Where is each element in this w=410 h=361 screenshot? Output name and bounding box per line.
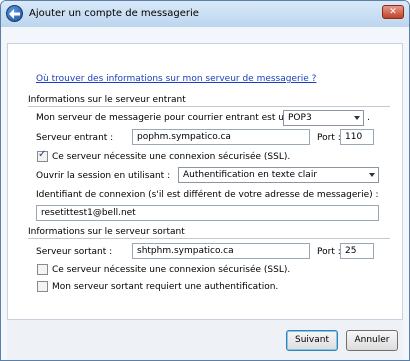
close-button[interactable]: ✕ [382, 5, 404, 19]
outgoing-auth-label: Mon serveur sortant requiert une authent… [52, 282, 279, 292]
section-divider [28, 106, 390, 107]
login-method-value: Authentification en texte clair [183, 170, 318, 180]
outgoing-ssl-label: Ce serveur nécessite une connexion sécur… [52, 265, 291, 275]
login-id-input[interactable]: resetittest1@bell.net [36, 205, 379, 221]
outgoing-port-input[interactable]: 25 [340, 243, 374, 259]
help-link[interactable]: Où trouver des informations sur mon serv… [36, 74, 316, 84]
chevron-down-icon [369, 173, 375, 177]
login-id-label: Identifiant de connexion (s'il est diffé… [36, 190, 379, 200]
incoming-port-input[interactable]: 110 [340, 129, 374, 145]
login-method-label: Ouvrir la session en utilisant : [36, 171, 171, 181]
next-button[interactable]: Suivant [286, 330, 338, 351]
cancel-button[interactable]: Annuler [346, 330, 398, 351]
incoming-type-value: POP3 [288, 113, 312, 123]
content-panel: Où trouver des informations sur mon serv… [7, 43, 403, 320]
incoming-port-label: Port : [317, 133, 341, 143]
back-button[interactable] [6, 5, 23, 22]
section-divider [28, 238, 390, 239]
login-method-select[interactable]: Authentification en texte clair [178, 167, 379, 183]
incoming-server-label: Serveur entrant : [36, 133, 114, 143]
dialog-footer: Suivant Annuler [7, 320, 403, 360]
incoming-ssl-checkbox[interactable] [37, 149, 48, 162]
incoming-section-title: Informations sur le serveur entrant [28, 95, 186, 105]
incoming-server-input[interactable]: pophm.sympatico.ca [132, 129, 310, 145]
outgoing-port-label: Port : [317, 247, 341, 257]
outgoing-server-label: Serveur sortant : [36, 247, 113, 257]
window-title: Ajouter un compte de messagerie [29, 8, 199, 19]
back-arrow-icon [9, 9, 20, 19]
title-bar: Ajouter un compte de messagerie ✕ [1, 1, 409, 27]
incoming-type-select[interactable]: POP3 [283, 110, 364, 126]
outgoing-section-title: Informations sur le serveur sortant [28, 227, 185, 237]
close-icon: ✕ [389, 7, 397, 17]
outgoing-server-input[interactable]: shtphm.sympatico.ca [132, 243, 310, 259]
chevron-down-icon [354, 116, 360, 120]
outgoing-ssl-checkbox[interactable] [37, 264, 48, 275]
dialog-window: Ajouter un compte de messagerie ✕ Où tro… [0, 0, 410, 361]
outgoing-auth-checkbox[interactable] [37, 281, 48, 292]
incoming-ssl-label: Ce serveur nécessite une connexion sécur… [52, 152, 291, 162]
incoming-type-suffix: . [367, 113, 370, 123]
